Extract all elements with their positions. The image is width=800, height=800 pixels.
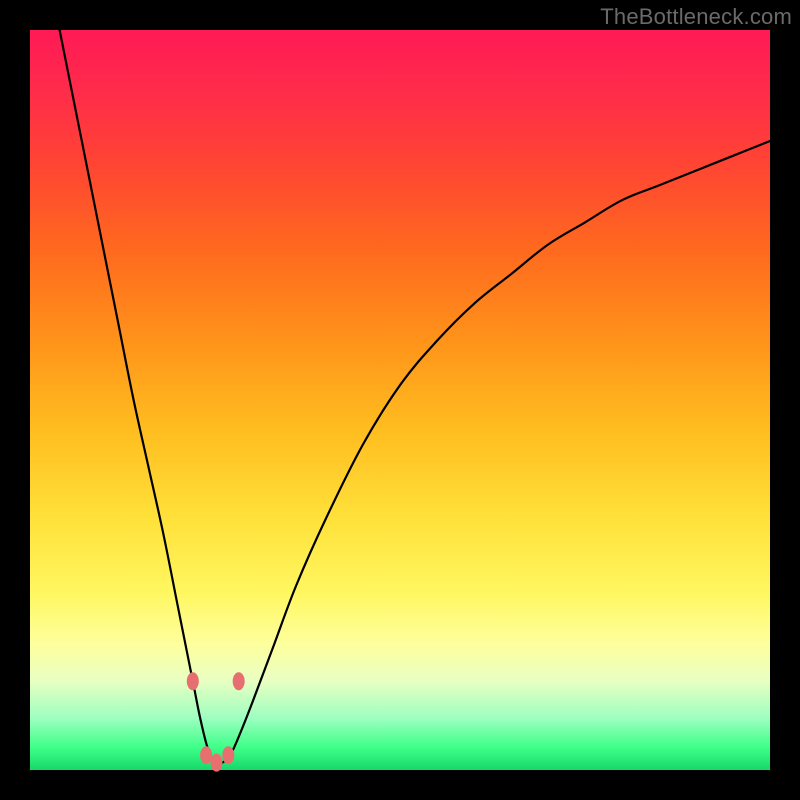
- plot-area: [30, 30, 770, 770]
- attribution-text: TheBottleneck.com: [600, 4, 792, 30]
- curve-markers: [187, 672, 245, 771]
- curve-layer: [30, 30, 770, 770]
- chart-frame: TheBottleneck.com: [0, 0, 800, 800]
- bottleneck-curve: [60, 30, 770, 764]
- curve-marker: [210, 754, 222, 772]
- curve-marker: [222, 746, 234, 764]
- curve-marker: [200, 746, 212, 764]
- curve-marker: [187, 672, 199, 690]
- curve-marker: [233, 672, 245, 690]
